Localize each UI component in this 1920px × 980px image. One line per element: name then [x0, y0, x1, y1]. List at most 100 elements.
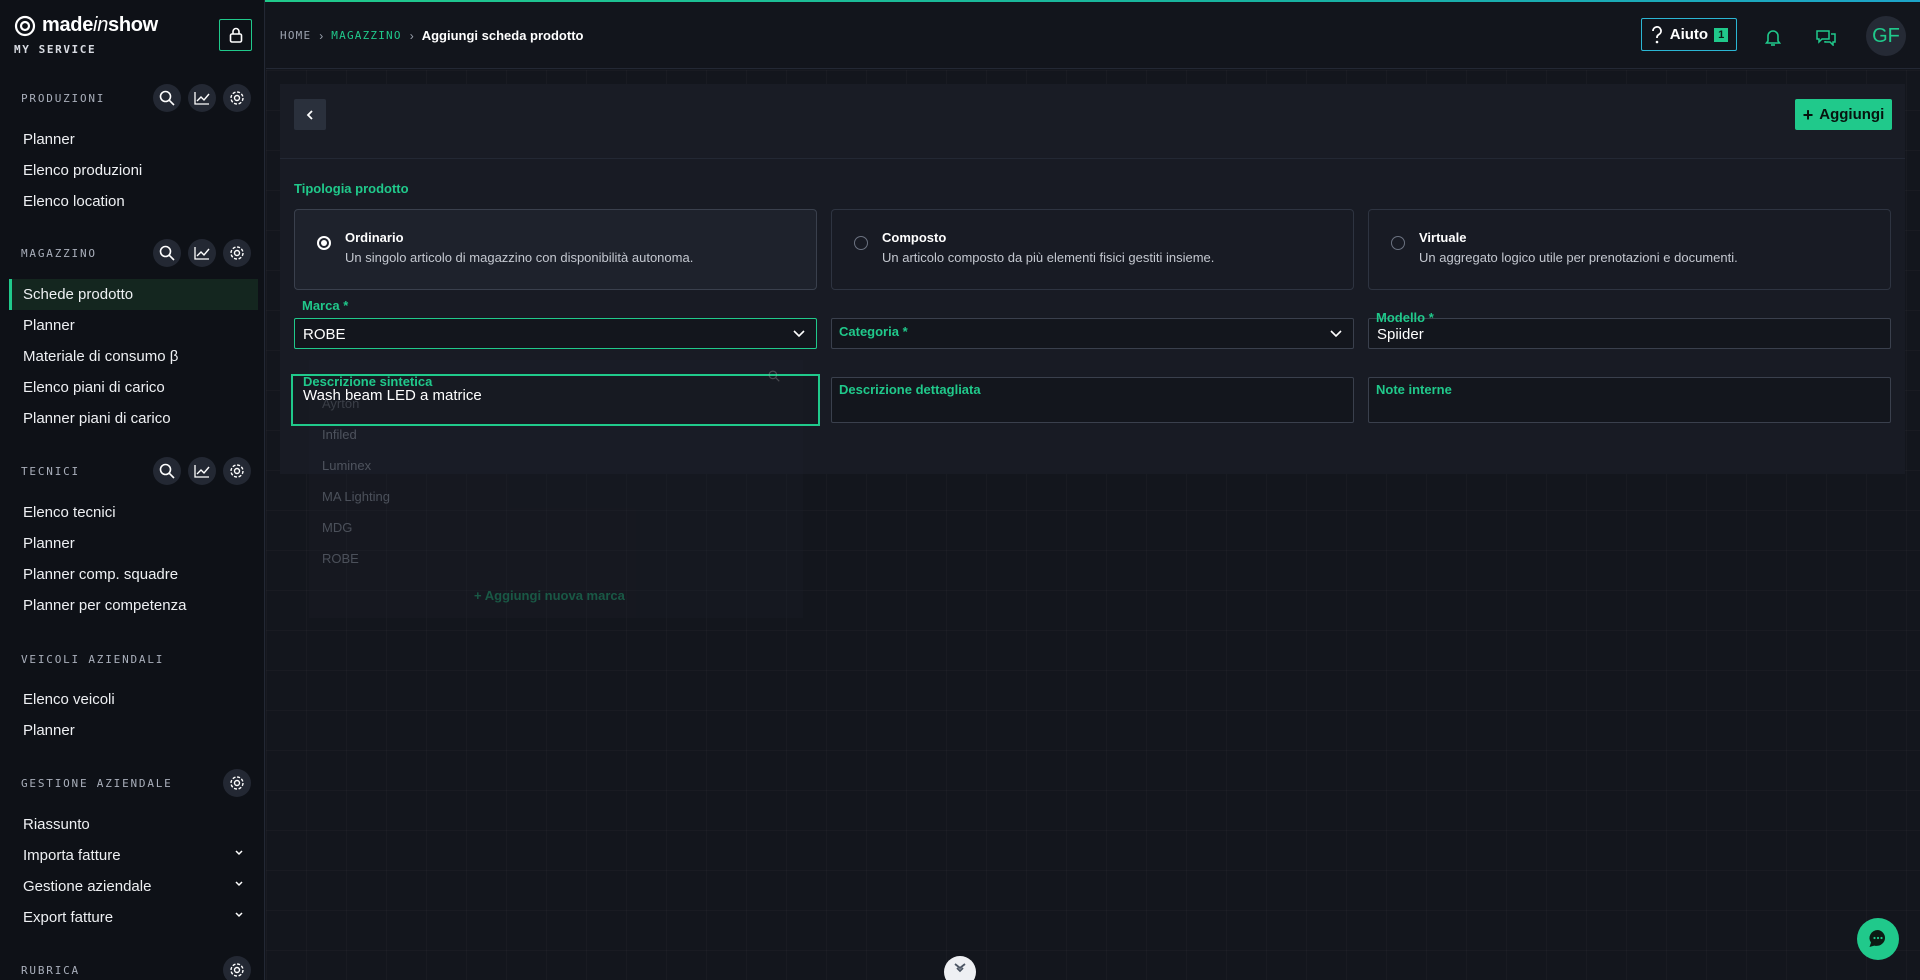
- type-option-composto[interactable]: Composto Un articolo composto da più ele…: [831, 209, 1354, 290]
- section-title: VEICOLI AZIENDALI: [21, 652, 165, 666]
- internal-notes-field[interactable]: Note interne: [1368, 377, 1891, 423]
- stats-button[interactable]: [188, 239, 216, 267]
- brand-mark-icon: [14, 15, 36, 36]
- settings-button[interactable]: [223, 84, 251, 112]
- support-chat-button[interactable]: [1857, 918, 1899, 960]
- chart-line-icon: [194, 465, 210, 478]
- avatar[interactable]: GF: [1866, 16, 1906, 56]
- add-product-button[interactable]: + Aggiungi: [1795, 99, 1892, 130]
- search-button[interactable]: [153, 457, 181, 485]
- section-title: RUBRICA: [21, 963, 80, 977]
- search-icon: [768, 370, 780, 382]
- sidebar-item-gestione-aziendale[interactable]: Gestione aziendale: [9, 871, 258, 902]
- brand-value: ROBE: [303, 326, 346, 343]
- search-icon: [159, 245, 175, 261]
- sidebar-item-planner[interactable]: Planner: [9, 124, 258, 155]
- chevron-down-icon: [235, 912, 243, 918]
- dropdown-option[interactable]: Infiled: [322, 427, 357, 442]
- dropdown-option[interactable]: ROBE: [322, 551, 359, 566]
- breadcrumb-separator-icon: ›: [409, 28, 414, 43]
- chevron-down-icon: [954, 963, 966, 973]
- section-gestione: GESTIONE AZIENDALE: [21, 768, 251, 798]
- back-button[interactable]: [294, 99, 326, 130]
- sidebar-item-schede-prodotto[interactable]: Schede prodotto: [9, 279, 258, 310]
- search-button[interactable]: [153, 239, 181, 267]
- category-label: Categoria *: [839, 324, 908, 339]
- gear-icon: [230, 963, 244, 977]
- settings-button[interactable]: [223, 239, 251, 267]
- sidebar-item-piani-carico[interactable]: Elenco piani di carico: [9, 372, 258, 403]
- stats-button[interactable]: [188, 84, 216, 112]
- stats-button[interactable]: [188, 457, 216, 485]
- gear-icon: [230, 246, 244, 260]
- sidebar-item-planner[interactable]: Planner: [9, 528, 258, 559]
- add-brand-button[interactable]: + Aggiungi nuova marca: [474, 588, 625, 603]
- model-label: Modello *: [1376, 310, 1434, 325]
- sidebar-item-importa-fatture[interactable]: Importa fatture: [9, 840, 258, 871]
- summary-description-field[interactable]: Descrizione sintetica Wash beam LED a ma…: [291, 370, 820, 426]
- section-tecnici: TECNICI: [21, 456, 251, 486]
- sidebar-item-elenco-produzioni[interactable]: Elenco produzioni: [9, 155, 258, 186]
- sidebar-item-planner-squadre[interactable]: Planner comp. squadre: [9, 559, 258, 590]
- lock-sidebar-button[interactable]: [219, 19, 252, 51]
- sidebar-item-planner-competenza[interactable]: Planner per competenza: [9, 590, 258, 621]
- brand-logo[interactable]: madeinshow MY SERVICE: [14, 14, 158, 56]
- sidebar-item-riassunto[interactable]: Riassunto: [9, 809, 258, 840]
- breadcrumb: HOME › MAGAZZINO › Aggiungi scheda prodo…: [280, 28, 583, 43]
- radio-unselected[interactable]: [854, 236, 868, 250]
- dropdown-option[interactable]: MA Lighting: [322, 489, 390, 504]
- sidebar-item-export-fatture[interactable]: Export fatture: [9, 902, 258, 933]
- search-button[interactable]: [153, 84, 181, 112]
- type-option-ordinario[interactable]: Ordinario Un singolo articolo di magazzi…: [294, 209, 817, 290]
- brand-label: Marca *: [302, 298, 349, 313]
- breadcrumb-home[interactable]: HOME: [280, 29, 311, 42]
- bottom-drawer-handle[interactable]: [944, 956, 976, 980]
- sidebar-item-label: Gestione aziendale: [23, 878, 152, 895]
- sidebar: madeinshow MY SERVICE PRODUZIONI Planner…: [0, 0, 265, 980]
- radio-selected[interactable]: [317, 236, 331, 250]
- search-icon: [159, 463, 175, 479]
- help-button[interactable]: Aiuto 1: [1641, 18, 1737, 51]
- chat-bubbles-icon: [1816, 30, 1836, 46]
- summary-description-value: Wash beam LED a matrice: [303, 387, 482, 404]
- section-title: GESTIONE AZIENDALE: [21, 776, 173, 790]
- settings-button[interactable]: [223, 956, 251, 980]
- chevron-down-icon: [793, 330, 805, 338]
- breadcrumb-magazzino[interactable]: MAGAZZINO: [331, 29, 401, 42]
- section-title: PRODUZIONI: [21, 91, 106, 105]
- type-title: Composto: [882, 230, 947, 245]
- model-value: Spiider: [1377, 326, 1424, 343]
- notifications-button[interactable]: [1760, 24, 1786, 50]
- gear-icon: [230, 776, 244, 790]
- settings-button[interactable]: [223, 769, 251, 797]
- sidebar-item-materiale-consumo[interactable]: Materiale di consumo β: [9, 341, 258, 372]
- dropdown-option[interactable]: MDG: [322, 520, 352, 535]
- sidebar-item-planner-piani-carico[interactable]: Planner piani di carico: [9, 403, 258, 434]
- type-description: Un singolo articolo di magazzino con dis…: [345, 250, 694, 265]
- sidebar-item-elenco-location[interactable]: Elenco location: [9, 186, 258, 217]
- radio-unselected[interactable]: [1391, 236, 1405, 250]
- model-field[interactable]: Modello * Spiider: [1368, 310, 1891, 349]
- sidebar-item-label: Export fatture: [23, 909, 114, 926]
- chevron-down-icon: [235, 881, 243, 887]
- sidebar-item-planner[interactable]: Planner: [9, 310, 258, 341]
- chart-line-icon: [194, 247, 210, 260]
- type-option-virtuale[interactable]: Virtuale Un aggregato logico utile per p…: [1368, 209, 1891, 290]
- settings-button[interactable]: [223, 457, 251, 485]
- brand-select[interactable]: ROBE: [294, 318, 817, 349]
- messages-button[interactable]: [1813, 24, 1839, 50]
- panel-header: + Aggiungi: [280, 84, 1905, 159]
- section-title: MAGAZZINO: [21, 246, 97, 260]
- detailed-description-field[interactable]: Descrizione dettagliata: [831, 377, 1354, 423]
- type-title: Virtuale: [1419, 230, 1467, 245]
- sidebar-item-elenco-tecnici[interactable]: Elenco tecnici: [9, 497, 258, 528]
- chevron-down-icon: [235, 850, 243, 856]
- dropdown-option[interactable]: Luminex: [322, 458, 371, 473]
- section-veicoli: VEICOLI AZIENDALI: [21, 644, 251, 674]
- category-select[interactable]: Categoria *: [831, 318, 1354, 349]
- help-icon: [1651, 25, 1662, 43]
- chart-line-icon: [194, 92, 210, 105]
- sidebar-item-planner[interactable]: Planner: [9, 715, 258, 746]
- sidebar-item-elenco-veicoli[interactable]: Elenco veicoli: [9, 684, 258, 715]
- chat-bubble-icon: [1869, 930, 1886, 947]
